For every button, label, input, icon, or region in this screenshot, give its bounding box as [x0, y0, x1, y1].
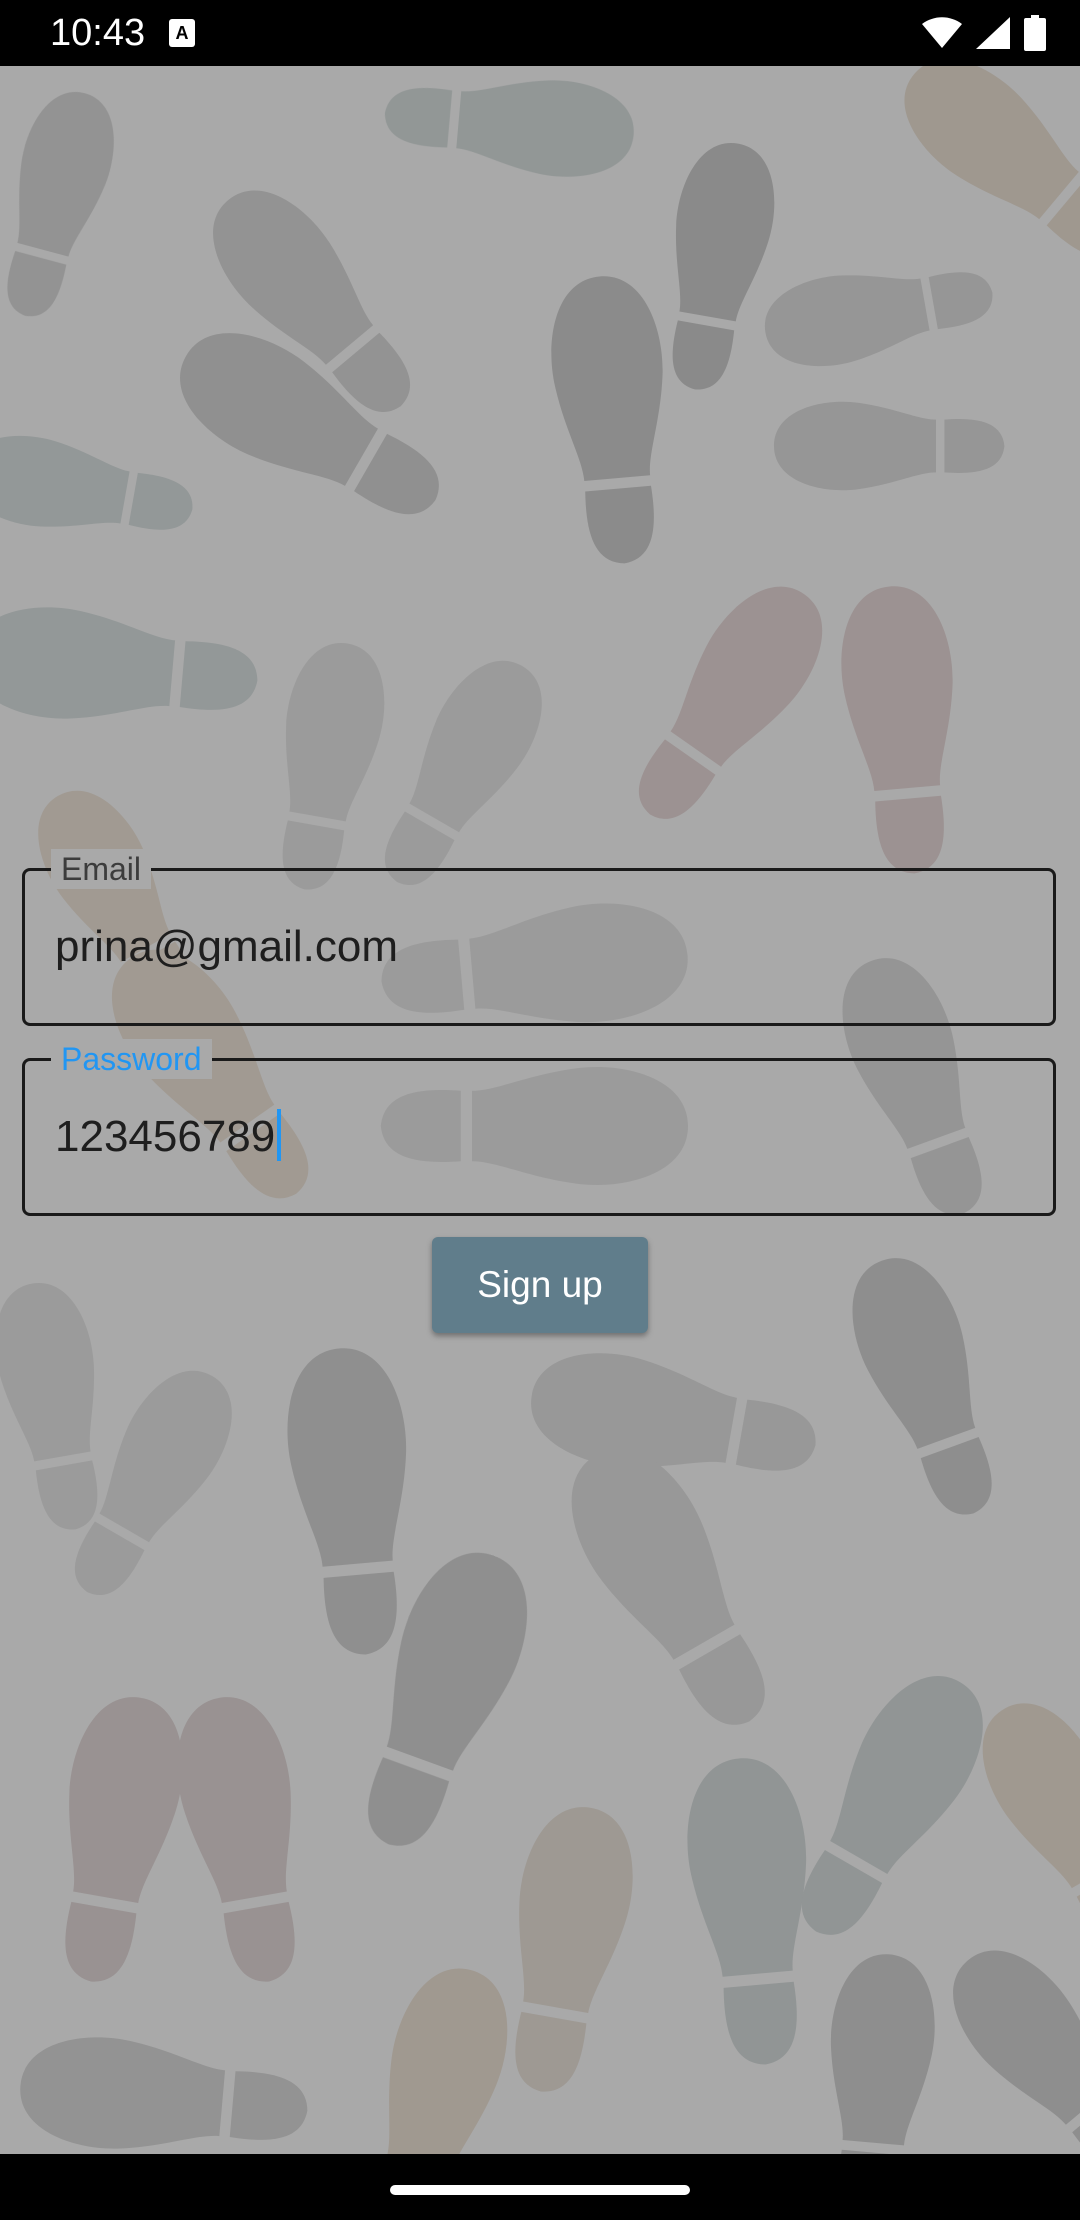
email-field[interactable]: Email prina@gmail.com	[22, 849, 1056, 1026]
password-field[interactable]: Password 123456789	[22, 1039, 1056, 1216]
email-input[interactable]: prina@gmail.com	[55, 919, 398, 975]
signup-button[interactable]: Sign up	[432, 1237, 648, 1333]
status-time: 10:43	[50, 12, 146, 54]
password-input-wrapper[interactable]: 123456789	[55, 1109, 282, 1165]
password-input[interactable]: 123456789	[55, 1112, 275, 1161]
signal-icon	[976, 17, 1010, 49]
battery-icon	[1024, 15, 1046, 51]
status-icons	[922, 14, 1046, 52]
wifi-icon	[922, 17, 962, 48]
navigation-bar	[0, 2154, 1080, 2220]
status-bar: 10:43 A	[0, 0, 1080, 66]
email-label: Email	[51, 849, 152, 889]
svg-text:A: A	[176, 23, 189, 43]
text-notification-icon: A	[169, 19, 195, 47]
signup-screen: 10:43 A Email prina@gmail.com Password 1…	[0, 0, 1080, 2220]
password-label: Password	[51, 1039, 212, 1079]
home-handle[interactable]	[390, 2185, 690, 2195]
text-cursor	[277, 1109, 282, 1161]
